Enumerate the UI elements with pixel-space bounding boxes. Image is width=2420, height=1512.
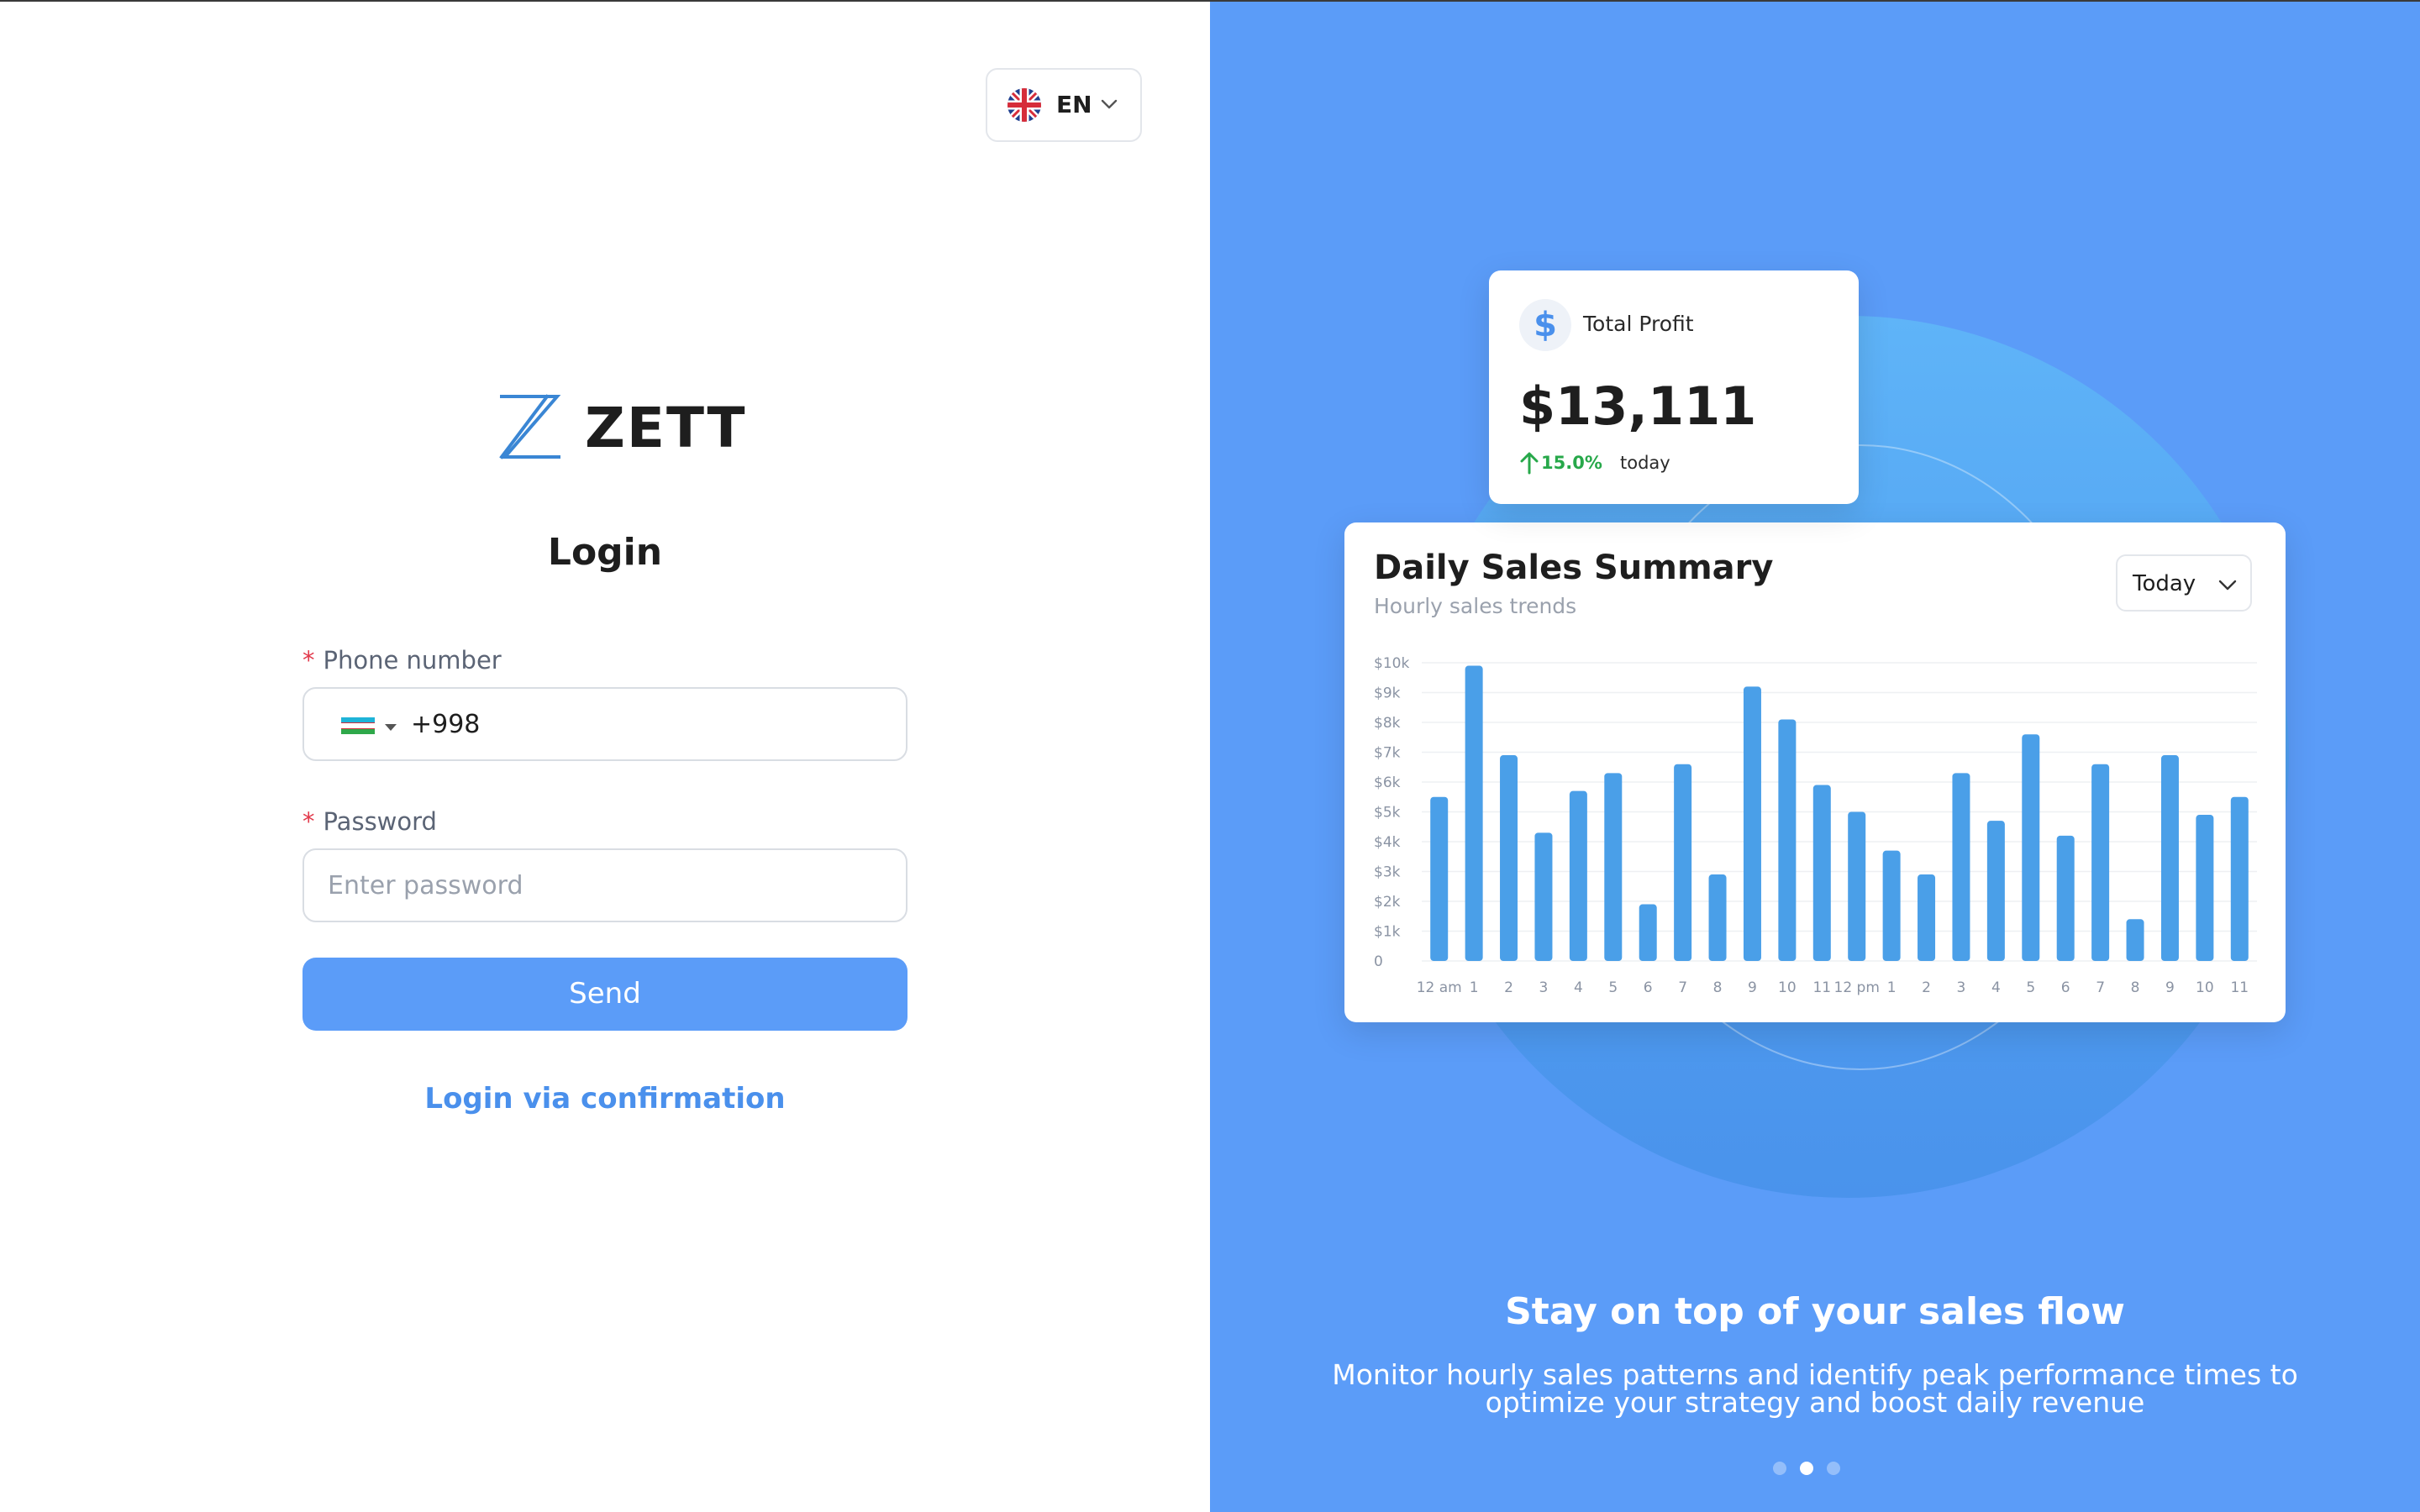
x-tick-label: 2 [1922, 979, 1931, 996]
page-title: Login [547, 531, 663, 574]
x-tick-label: 9 [1748, 979, 1757, 996]
x-tick-label: 7 [2096, 979, 2105, 996]
brand-name: ZETT [585, 396, 747, 460]
x-tick-label: 3 [1957, 979, 1966, 996]
y-tick-label: $8k [1374, 715, 1401, 732]
required-mark: * [302, 807, 315, 836]
y-tick-label: 0 [1374, 953, 1383, 970]
language-code: EN [1056, 91, 1092, 118]
x-tick-label: 8 [1713, 979, 1723, 996]
chart-bar [1674, 764, 1692, 961]
chart-bar [1848, 811, 1866, 961]
x-tick-label: 3 [1539, 979, 1549, 996]
phone-field[interactable]: +998 [302, 687, 908, 761]
y-tick-label: $5k [1374, 805, 1401, 822]
language-selector[interactable]: EN [986, 68, 1142, 142]
carousel-dots [1773, 1462, 1857, 1475]
chart-bar [1430, 796, 1449, 961]
chart-bar [2160, 755, 2179, 961]
x-tick-label: 4 [1991, 979, 2001, 996]
x-tick-label: 11 [1812, 979, 1831, 996]
x-tick-label: 12 am [1417, 979, 1462, 996]
x-tick-label: 10 [1778, 979, 1797, 996]
profit-change: 15.0% [1541, 453, 1602, 473]
x-tick-label: 9 [2165, 979, 2175, 996]
chart-bar [1986, 821, 2005, 961]
profit-label: Total Profit [1583, 312, 1694, 336]
password-field[interactable]: Enter password [302, 848, 908, 922]
hourly-sales-chart: 0 $1k $2k $3k $4k $5k $6k $7k $8k $9k $10k 12 am 1 2 3… [1374, 655, 2257, 996]
required-mark: * [302, 646, 315, 675]
y-tick-label: $6k [1374, 774, 1401, 791]
caret-down-icon[interactable] [385, 724, 397, 731]
y-tick-label: $4k [1374, 834, 1401, 851]
x-tick-label: 12 pm [1834, 979, 1880, 996]
phone-prefix[interactable]: +998 [411, 707, 480, 743]
x-tick-label: 11 [2230, 979, 2249, 996]
y-tick-label: $7k [1374, 745, 1401, 762]
uzbekistan-flag-icon[interactable] [341, 717, 375, 734]
y-tick-label: $9k [1374, 685, 1401, 702]
chart-bar [1639, 904, 1657, 961]
chart-bar [2126, 919, 2144, 961]
zett-logo-icon [498, 393, 562, 464]
x-tick-label: 2 [1504, 979, 1513, 996]
phone-label: * Phone number [302, 643, 502, 677]
x-tick-label: 1 [1887, 979, 1897, 996]
password-label-text: Password [323, 807, 437, 836]
chart-bar [1743, 686, 1761, 961]
carousel-dot[interactable] [1827, 1462, 1840, 1475]
promo-description-line-2: optimize your strategy and boost daily r… [1485, 1386, 2145, 1419]
chart-bar [2022, 734, 2040, 961]
x-tick-label: 6 [2061, 979, 2070, 996]
send-button[interactable]: Send [302, 958, 908, 1031]
chart-bar [1500, 755, 1518, 961]
y-tick-label: $1k [1374, 924, 1401, 941]
x-tick-label: 1 [1470, 979, 1479, 996]
uk-flag-icon [1007, 88, 1041, 122]
chart-bar [1708, 874, 1727, 961]
x-tick-label: 7 [1678, 979, 1687, 996]
chart-bar [1882, 850, 1901, 961]
chart-bar [2091, 764, 2110, 961]
profit-amount: $13,111 [1519, 375, 1757, 437]
total-profit-card: $ Total Profit $13,111 15.0% today [1489, 270, 1859, 504]
chevron-down-icon [1098, 93, 1120, 118]
promo-panel: Daily Sales Summary Hourly sales trends … [1210, 2, 2420, 1512]
login-panel: EN ZETT Login * Phone number +998 * Pass… [0, 2, 1210, 1512]
x-tick-label: 10 [2196, 979, 2214, 996]
password-label: * Password [302, 805, 437, 838]
x-tick-label: 5 [2026, 979, 2035, 996]
chart-bar [1778, 719, 1797, 961]
password-placeholder[interactable]: Enter password [328, 869, 523, 904]
chart-bar [2056, 835, 2075, 961]
chart-bar [1812, 785, 1831, 961]
login-via-confirmation-link[interactable]: Login via confirmation [0, 1079, 1210, 1119]
phone-label-text: Phone number [323, 646, 502, 675]
promo-description-line-1: Monitor hourly sales patterns and identi… [1332, 1358, 2298, 1391]
y-tick-label: $3k [1374, 864, 1401, 881]
dollar-icon: $ [1519, 299, 1571, 351]
carousel-dot[interactable] [1773, 1462, 1786, 1475]
promo-description: Monitor hourly sales patterns and identi… [1311, 1361, 2319, 1416]
chart-bar [1569, 790, 1587, 961]
chart-bar [1534, 832, 1553, 961]
y-tick-label: $2k [1374, 894, 1401, 911]
chart-bar [1918, 874, 1936, 961]
chart-bar [1465, 665, 1483, 961]
chart-bar [2230, 796, 2249, 961]
daily-sales-card: Daily Sales Summary Hourly sales trends … [1344, 522, 2286, 1022]
promo-headline: Stay on top of your sales flow [1505, 1290, 2125, 1333]
x-tick-label: 6 [1644, 979, 1653, 996]
chart-bar [1604, 773, 1623, 961]
profit-change-suffix: today [1620, 453, 1670, 473]
chart-bar [1952, 773, 1970, 961]
chart-bar [2196, 815, 2214, 961]
carousel-dot-active[interactable] [1800, 1462, 1813, 1475]
arrow-up-icon [1519, 450, 1539, 479]
x-tick-label: 8 [2131, 979, 2140, 996]
x-tick-label: 5 [1608, 979, 1618, 996]
x-tick-label: 4 [1574, 979, 1583, 996]
y-tick-label: $10k [1374, 655, 1409, 672]
